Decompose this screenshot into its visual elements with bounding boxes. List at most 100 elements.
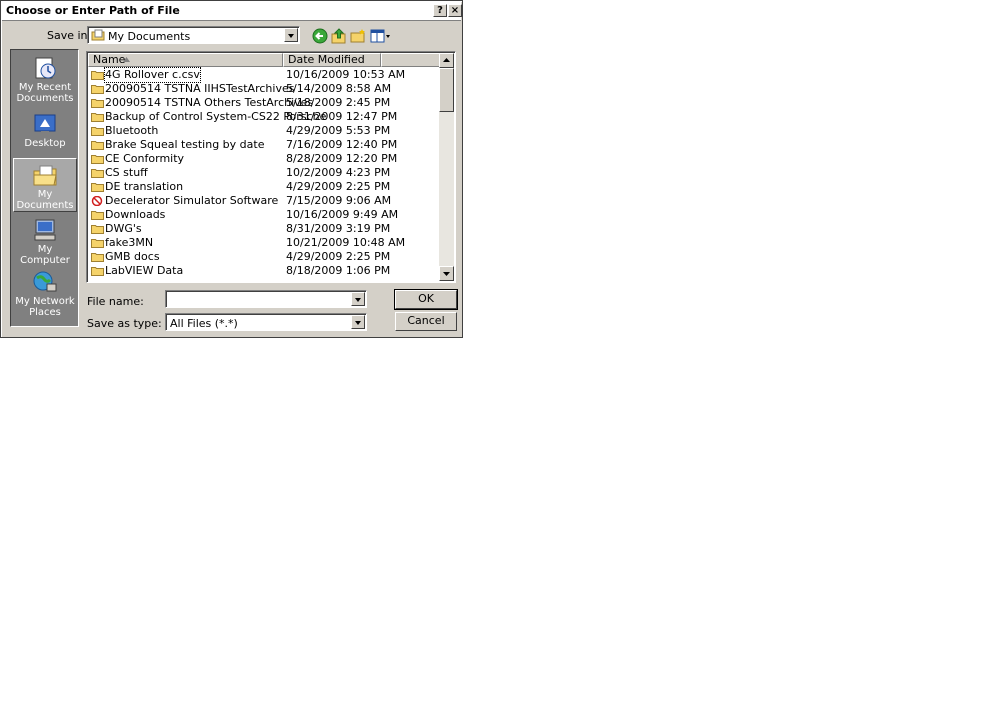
file-name-cell: Brake Squeal testing by date: [105, 138, 265, 151]
column-header-name[interactable]: Name: [88, 53, 283, 67]
place-label: Desktop: [24, 138, 66, 149]
folder-icon: [91, 169, 104, 178]
table-row[interactable]: Decelerator Simulator Software 7/15/2009 …: [89, 194, 439, 208]
date-modified-cell: 4/29/2009 5:53 PM: [286, 124, 391, 137]
date-modified-cell: 8/31/2009 3:19 PM: [286, 222, 391, 235]
file-dialog: Choose or Enter Path of File ? × Save in…: [0, 0, 463, 338]
place-label: My Computer: [20, 244, 70, 266]
folder-icon: [91, 155, 104, 164]
network-places-icon: [33, 271, 57, 292]
file-name-cell: 20090514 TSTNA IIHSTestArchives: [105, 82, 295, 95]
column-header-date-modified[interactable]: Date Modified: [283, 53, 381, 67]
table-row[interactable]: 20090514 TSTNA IIHSTestArchives 5/14/2009…: [89, 82, 439, 96]
folder-icon: [91, 99, 104, 108]
file-name-cell: CE Conformity: [105, 152, 185, 165]
sort-ascending-icon: [123, 57, 130, 62]
scroll-down-button[interactable]: [439, 266, 454, 281]
date-modified-cell: 10/16/2009 9:49 AM: [286, 208, 399, 221]
file-list[interactable]: Name Date Modified 4G Rollover c.csv 10/1…: [86, 51, 456, 283]
date-modified-cell: 5/14/2009 8:58 AM: [286, 82, 392, 95]
table-row[interactable]: DWG's 8/31/2009 3:19 PM: [89, 222, 439, 236]
places-bar: My Recent Documents Desktop My Documents: [10, 49, 79, 327]
help-button[interactable]: ?: [433, 4, 447, 17]
table-row[interactable]: Bluetooth 4/29/2009 5:53 PM: [89, 124, 439, 138]
vertical-scrollbar[interactable]: [439, 53, 454, 281]
scroll-thumb[interactable]: [439, 68, 454, 112]
table-row[interactable]: 20090514 TSTNA Others TestArchives 5/18/2…: [89, 96, 439, 110]
table-row[interactable]: Brake Squeal testing by date 7/16/2009 12…: [89, 138, 439, 152]
save-in-dropdown-arrow[interactable]: [284, 28, 298, 42]
folder-icon: [91, 85, 104, 94]
date-modified-cell: 4/29/2009 2:25 PM: [286, 180, 391, 193]
place-label: My Documents: [16, 189, 74, 211]
place-label: My Network Places: [15, 296, 75, 318]
place-my-documents[interactable]: My Documents: [13, 158, 77, 212]
table-row[interactable]: fake3MN 10/21/2009 10:48 AM: [89, 236, 439, 250]
folder-icon: [91, 253, 104, 262]
file-name-cell: 20090514 TSTNA Others TestArchives: [105, 96, 314, 109]
table-row[interactable]: Downloads 10/16/2009 9:49 AM: [89, 208, 439, 222]
file-name-cell: Bluetooth: [105, 124, 159, 137]
folder-icon: [91, 127, 104, 136]
cancel-button[interactable]: Cancel: [395, 312, 457, 331]
new-folder-icon[interactable]: [350, 28, 366, 44]
folder-icon: [91, 225, 104, 234]
table-row[interactable]: CE Conformity 8/28/2009 12:20 PM: [89, 152, 439, 166]
file-name-input[interactable]: [165, 290, 367, 308]
date-modified-cell: 4/29/2009 2:25 PM: [286, 250, 391, 263]
table-row[interactable]: Backup of Control System-CS22 Porsche 8/3…: [89, 110, 439, 124]
column-header-label: Name: [93, 53, 126, 66]
place-my-recent-documents[interactable]: My Recent Documents: [13, 52, 77, 106]
folder-icon: [91, 71, 104, 80]
file-name-cell: LabVIEW Data: [105, 264, 184, 277]
ok-button[interactable]: OK: [394, 289, 458, 310]
file-name-label: File name:: [87, 295, 144, 308]
scroll-up-arrow-icon: [443, 58, 450, 62]
date-modified-cell: 8/28/2009 12:20 PM: [286, 152, 398, 165]
scroll-down-arrow-icon: [443, 272, 450, 276]
file-name-cell: Decelerator Simulator Software: [105, 194, 279, 207]
save-in-label: Save in:: [47, 29, 92, 42]
dialog-title: Choose or Enter Path of File: [6, 4, 180, 17]
table-row[interactable]: CS stuff 10/2/2009 4:23 PM: [89, 166, 439, 180]
date-modified-cell: 7/16/2009 12:40 PM: [286, 138, 398, 151]
save-in-value: My Documents: [108, 30, 191, 43]
up-folder-icon[interactable]: [331, 28, 347, 44]
place-my-computer[interactable]: My Computer: [13, 214, 77, 266]
place-my-network-places[interactable]: My Network Places: [13, 266, 77, 324]
folder-icon: [91, 141, 104, 150]
my-documents-folder-icon: [33, 165, 57, 186]
save-as-type-value: All Files (*.*): [170, 317, 238, 330]
back-icon[interactable]: [312, 28, 328, 44]
blocked-icon: [91, 196, 103, 206]
date-modified-cell: 5/18/2009 2:45 PM: [286, 96, 391, 109]
file-name-cell: Downloads: [105, 208, 166, 221]
save-as-type-dropdown-arrow[interactable]: [351, 315, 365, 329]
place-label: My Recent Documents: [16, 82, 74, 104]
save-as-type-dropdown[interactable]: All Files (*.*): [165, 313, 367, 331]
recent-documents-icon: [35, 57, 56, 79]
file-name-cell: fake3MN: [105, 236, 154, 249]
column-header-spacer: [381, 53, 440, 67]
file-name-cell: DWG's: [105, 222, 142, 235]
folder-icon: [91, 239, 104, 248]
desktop-icon: [34, 114, 56, 134]
views-menu-icon[interactable]: [370, 28, 392, 44]
close-button[interactable]: ×: [448, 4, 462, 17]
file-name-cell: CS stuff: [105, 166, 148, 179]
scroll-up-button[interactable]: [439, 53, 454, 68]
title-bar[interactable]: Choose or Enter Path of File ? ×: [2, 2, 462, 21]
file-name-dropdown-arrow[interactable]: [351, 292, 365, 306]
place-desktop[interactable]: Desktop: [13, 108, 77, 154]
date-modified-cell: 8/18/2009 1:06 PM: [286, 264, 391, 277]
table-row[interactable]: 4G Rollover c.csv 10/16/2009 10:53 AM: [89, 67, 439, 83]
my-computer-icon: [34, 219, 56, 241]
folder-icon: [91, 267, 104, 276]
table-row[interactable]: LabVIEW Data 8/18/2009 1:06 PM: [89, 264, 439, 278]
save-in-dropdown[interactable]: My Documents: [87, 26, 300, 44]
table-row[interactable]: GMB docs 4/29/2009 2:25 PM: [89, 250, 439, 264]
folder-icon: [91, 113, 104, 122]
table-row[interactable]: DE translation 4/29/2009 2:25 PM: [89, 180, 439, 194]
file-name-cell: 4G Rollover c.csv: [104, 67, 201, 83]
folder-icon: [91, 211, 104, 220]
